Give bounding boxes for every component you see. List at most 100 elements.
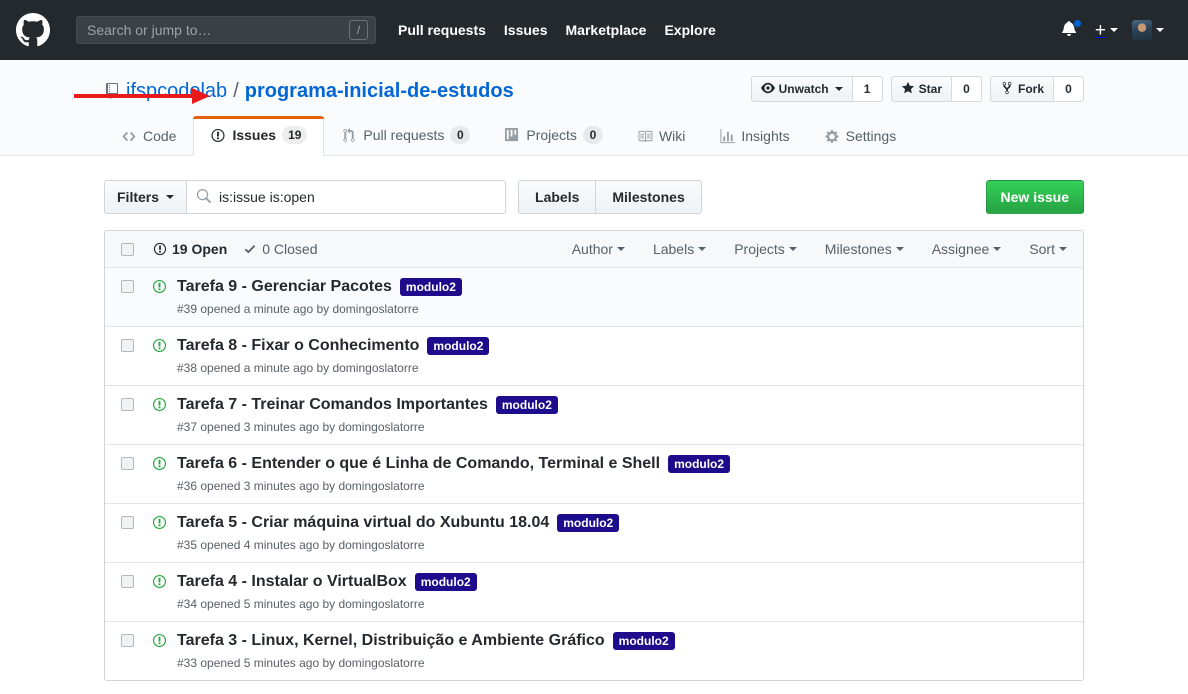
issue-meta: #35 opened 4 minutes ago by domingoslato… bbox=[177, 538, 425, 552]
avatar[interactable] bbox=[1132, 20, 1164, 40]
issue-label[interactable]: modulo2 bbox=[414, 572, 477, 591]
graph-icon bbox=[720, 128, 736, 143]
tab-projects[interactable]: Projects 0 bbox=[487, 116, 620, 155]
chevron-down-icon bbox=[788, 247, 797, 251]
milestones-button[interactable]: Milestones bbox=[595, 180, 702, 214]
fork-button[interactable]: Fork bbox=[989, 76, 1054, 102]
issue-body: Tarefa 7 - Treinar Comandos Importantes m… bbox=[177, 394, 558, 436]
table-row[interactable]: Tarefa 7 - Treinar Comandos Importantes m… bbox=[105, 385, 1083, 444]
unwatch-button[interactable]: Unwatch bbox=[750, 76, 853, 102]
issue-opened-icon bbox=[152, 279, 167, 294]
filter-sort[interactable]: Sort bbox=[1029, 241, 1067, 257]
fork-button-group: Fork 0 bbox=[989, 76, 1084, 102]
filters-label: Filters bbox=[117, 189, 160, 205]
issues-search-input[interactable] bbox=[186, 180, 507, 214]
issue-title-line: Tarefa 6 - Entender o que é Linha de Com… bbox=[177, 453, 731, 474]
tab-projects-label: Projects bbox=[526, 127, 577, 143]
bell-icon[interactable] bbox=[1061, 19, 1082, 40]
main-content: Filters Labels Milestones New issue bbox=[0, 156, 1188, 681]
issue-checkbox[interactable] bbox=[121, 339, 134, 352]
issue-label[interactable]: modulo2 bbox=[557, 513, 620, 532]
issue-label[interactable]: modulo2 bbox=[668, 454, 731, 473]
repo-separator: / bbox=[233, 80, 239, 102]
tab-insights-label: Insights bbox=[741, 128, 790, 144]
issue-label[interactable]: modulo2 bbox=[399, 277, 462, 296]
select-all-checkbox[interactable] bbox=[121, 242, 134, 256]
issue-title-link[interactable]: Tarefa 4 - Instalar o VirtualBox bbox=[177, 571, 407, 592]
repo-title-row: ifspcodelab / programa-inicial-de-estudo… bbox=[104, 76, 1084, 114]
issue-body: Tarefa 8 - Fixar o Conhecimento modulo2 #3… bbox=[177, 335, 490, 377]
issue-checkbox[interactable] bbox=[121, 457, 134, 470]
issue-title-link[interactable]: Tarefa 6 - Entender o que é Linha de Com… bbox=[177, 453, 660, 474]
watch-button-group: Unwatch 1 bbox=[750, 76, 883, 102]
chevron-down-icon bbox=[698, 247, 707, 251]
chevron-down-icon bbox=[895, 247, 904, 251]
github-mark-icon[interactable] bbox=[16, 13, 50, 47]
issues-list-header: 19 Open 0 Closed Author Labels Projects … bbox=[105, 231, 1083, 268]
tab-wiki[interactable]: Wiki bbox=[620, 118, 702, 155]
issue-label[interactable]: modulo2 bbox=[612, 631, 675, 650]
repo-name-link[interactable]: programa-inicial-de-estudos bbox=[245, 76, 514, 106]
issue-label[interactable]: modulo2 bbox=[495, 395, 558, 414]
issue-body: Tarefa 6 - Entender o que é Linha de Com… bbox=[177, 453, 731, 495]
issue-checkbox[interactable] bbox=[121, 634, 134, 647]
issue-opened-icon bbox=[152, 574, 167, 589]
issue-checkbox[interactable] bbox=[121, 575, 134, 588]
tab-issues[interactable]: Issues 19 bbox=[193, 116, 325, 156]
issue-label[interactable]: modulo2 bbox=[427, 336, 490, 355]
new-issue-button[interactable]: New issue bbox=[985, 180, 1084, 214]
issue-title-link[interactable]: Tarefa 3 - Linux, Kernel, Distribuição e… bbox=[177, 630, 605, 651]
tab-pull-requests[interactable]: Pull requests 0 bbox=[324, 116, 487, 155]
issue-checkbox[interactable] bbox=[121, 516, 134, 529]
issue-meta: #39 opened a minute ago by domingoslator… bbox=[177, 302, 419, 316]
repo-owner-link[interactable]: ifspcodelab bbox=[126, 76, 227, 106]
filter-milestones[interactable]: Milestones bbox=[825, 241, 904, 257]
nav-issues[interactable]: Issues bbox=[504, 22, 548, 38]
issue-meta: #34 opened 5 minutes ago by domingoslato… bbox=[177, 597, 425, 611]
table-row[interactable]: Tarefa 5 - Criar máquina virtual do Xubu… bbox=[105, 503, 1083, 562]
tab-settings[interactable]: Settings bbox=[807, 118, 914, 155]
issue-opened-icon bbox=[152, 397, 167, 412]
filter-projects[interactable]: Projects bbox=[734, 241, 797, 257]
table-row[interactable]: Tarefa 8 - Fixar o Conhecimento modulo2 #3… bbox=[105, 326, 1083, 385]
tab-wiki-label: Wiki bbox=[658, 128, 686, 144]
issue-title-link[interactable]: Tarefa 8 - Fixar o Conhecimento bbox=[177, 335, 419, 356]
table-row[interactable]: Tarefa 3 - Linux, Kernel, Distribuição e… bbox=[105, 621, 1083, 680]
tab-insights[interactable]: Insights bbox=[702, 118, 806, 155]
issues-search[interactable] bbox=[186, 180, 507, 214]
unwatch-label: Unwatch bbox=[778, 82, 829, 96]
code-icon bbox=[122, 131, 136, 141]
star-count[interactable]: 0 bbox=[951, 76, 982, 102]
plus-icon[interactable]: + bbox=[1095, 21, 1118, 40]
tab-settings-label: Settings bbox=[845, 128, 897, 144]
nav-explore[interactable]: Explore bbox=[664, 22, 715, 38]
issue-title-link[interactable]: Tarefa 7 - Treinar Comandos Importantes bbox=[177, 394, 488, 415]
star-button[interactable]: Star bbox=[890, 76, 952, 102]
tab-code[interactable]: Code bbox=[104, 118, 193, 155]
search-input[interactable] bbox=[76, 16, 376, 44]
table-row[interactable]: Tarefa 6 - Entender o que é Linha de Com… bbox=[105, 444, 1083, 503]
issue-body: Tarefa 4 - Instalar o VirtualBox modulo2 #… bbox=[177, 571, 477, 613]
watch-count[interactable]: 1 bbox=[852, 76, 883, 102]
nav-marketplace[interactable]: Marketplace bbox=[566, 22, 647, 38]
global-search[interactable]: / bbox=[76, 16, 376, 44]
fork-count[interactable]: 0 bbox=[1054, 76, 1084, 102]
filters-button[interactable]: Filters bbox=[104, 180, 187, 214]
issue-title-link[interactable]: Tarefa 5 - Criar máquina virtual do Xubu… bbox=[177, 512, 549, 533]
open-issues-filter[interactable]: 19 Open bbox=[153, 241, 227, 257]
nav-pull-requests[interactable]: Pull requests bbox=[398, 22, 486, 38]
issue-checkbox[interactable] bbox=[121, 398, 134, 411]
issue-title-link[interactable]: Tarefa 9 - Gerenciar Pacotes bbox=[177, 276, 392, 297]
issue-checkbox[interactable] bbox=[121, 280, 134, 293]
table-row[interactable]: Tarefa 9 - Gerenciar Pacotes modulo2 #39 o… bbox=[105, 268, 1083, 326]
closed-issues-filter[interactable]: 0 Closed bbox=[243, 241, 318, 257]
issue-title-line: Tarefa 3 - Linux, Kernel, Distribuição e… bbox=[177, 630, 675, 651]
filter-assignee-label: Assignee bbox=[931, 241, 990, 257]
labels-button[interactable]: Labels bbox=[518, 180, 596, 214]
filter-labels[interactable]: Labels bbox=[653, 241, 707, 257]
filter-author[interactable]: Author bbox=[572, 241, 625, 257]
filter-assignee[interactable]: Assignee bbox=[932, 241, 1002, 257]
table-row[interactable]: Tarefa 4 - Instalar o VirtualBox modulo2 #… bbox=[105, 562, 1083, 621]
filter-milestones-label: Milestones bbox=[824, 241, 892, 257]
chevron-down-icon bbox=[1059, 247, 1067, 251]
